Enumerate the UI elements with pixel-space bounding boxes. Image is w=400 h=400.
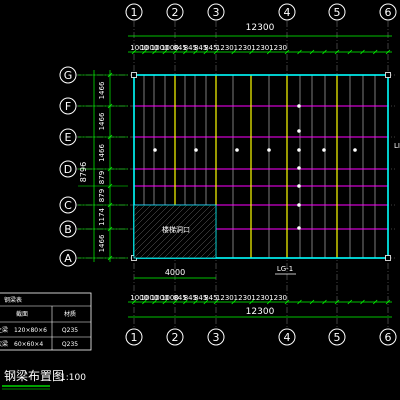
overall-width-top: 12300 bbox=[246, 23, 275, 33]
bottom-dim-label: 1230 bbox=[251, 294, 269, 302]
axis-label-C: C bbox=[64, 199, 72, 212]
left-dim-label: 879 bbox=[98, 171, 106, 184]
node-point bbox=[297, 203, 301, 207]
legend-header: 钢梁表 bbox=[4, 296, 22, 304]
node-point bbox=[297, 129, 301, 133]
axis-label-2: 2 bbox=[172, 331, 179, 344]
legend-row2-name: 次梁 bbox=[0, 340, 8, 348]
beam-tag-lg1: LG-1 bbox=[277, 265, 293, 273]
bottom-dim-label: 1230 bbox=[234, 294, 252, 302]
top-dim-label: 1230 bbox=[234, 44, 252, 52]
node-point bbox=[297, 184, 301, 188]
beam-legend-table: 钢梁表 截面 材质 主梁 120×80×6 Q235 次梁 60×60×4 Q2… bbox=[0, 292, 92, 351]
bottom-dim-label: 1230 bbox=[216, 294, 234, 302]
legend-row1-section: 120×80×6 bbox=[14, 327, 47, 334]
axis-grid-lines bbox=[75, 10, 395, 335]
legend-col-section: 截面 bbox=[16, 310, 28, 318]
axis-label-A: A bbox=[64, 252, 72, 265]
axis-label-5: 5 bbox=[334, 6, 341, 19]
overall-width-bottom: 12300 bbox=[246, 307, 275, 317]
top-dim-label: 1230 bbox=[251, 44, 269, 52]
node-point bbox=[322, 148, 326, 152]
node-point bbox=[297, 104, 301, 108]
left-dim-label: 1174 bbox=[98, 208, 106, 226]
axis-label-B: B bbox=[64, 223, 72, 236]
left-dim-label: 1466 bbox=[98, 112, 106, 130]
left-dim-label: 1466 bbox=[98, 81, 106, 99]
right-tag: LI bbox=[394, 142, 400, 150]
corner-marker bbox=[385, 72, 391, 78]
axis-label-3: 3 bbox=[213, 6, 220, 19]
axis-label-G: G bbox=[64, 69, 73, 82]
drawing-scale: 1:100 bbox=[60, 373, 86, 383]
left-dim-label: 1466 bbox=[98, 144, 106, 162]
legend-row1-material: Q235 bbox=[62, 327, 78, 334]
axis-label-1: 1 bbox=[131, 331, 138, 344]
legend-row2-section: 60×60×4 bbox=[14, 341, 43, 348]
axis-label-F: F bbox=[65, 100, 71, 113]
axis-label-5: 5 bbox=[334, 331, 341, 344]
axis-label-6: 6 bbox=[385, 331, 392, 344]
axis-label-4: 4 bbox=[284, 331, 291, 344]
bottom-dim-label: 1230 bbox=[269, 294, 287, 302]
opening-label: 楼梯洞口 bbox=[162, 225, 190, 234]
node-point bbox=[297, 166, 301, 170]
legend-row2-material: Q235 bbox=[62, 341, 78, 348]
axis-label-3: 3 bbox=[213, 331, 220, 344]
legend-col-material: 材质 bbox=[64, 310, 76, 318]
axis-label-6: 6 bbox=[385, 6, 392, 19]
axis-label-E: E bbox=[65, 131, 72, 144]
overall-height-left: 8796 bbox=[79, 162, 88, 182]
axis-label-4: 4 bbox=[284, 6, 291, 19]
node-point bbox=[153, 148, 157, 152]
axis-label-1: 1 bbox=[131, 6, 138, 19]
node-point bbox=[353, 148, 357, 152]
legend-row1-name: 主梁 bbox=[0, 326, 8, 334]
drawing-title: 钢梁布置图 bbox=[4, 368, 64, 383]
left-dim-label: 1466 bbox=[98, 234, 106, 252]
corner-marker bbox=[385, 255, 391, 261]
node-point bbox=[267, 148, 271, 152]
top-dim-label: 1230 bbox=[269, 44, 287, 52]
node-point bbox=[194, 148, 198, 152]
axis-label-2: 2 bbox=[172, 6, 179, 19]
dimension-lines: 10001000100010008458458458451230 1230 1230… bbox=[78, 35, 392, 318]
corner-marker bbox=[131, 72, 137, 78]
node-point bbox=[235, 148, 239, 152]
steel-beam-layout-drawing: 10001000100010008458458458451230 1230 1230… bbox=[0, 3, 400, 390]
node-point bbox=[297, 148, 301, 152]
dim-4000-label: 4000 bbox=[165, 268, 185, 277]
left-dim-label: 879 bbox=[98, 189, 106, 202]
top-dim-label: 1230 bbox=[216, 44, 234, 52]
node-point bbox=[297, 226, 301, 230]
axis-label-D: D bbox=[64, 163, 72, 176]
